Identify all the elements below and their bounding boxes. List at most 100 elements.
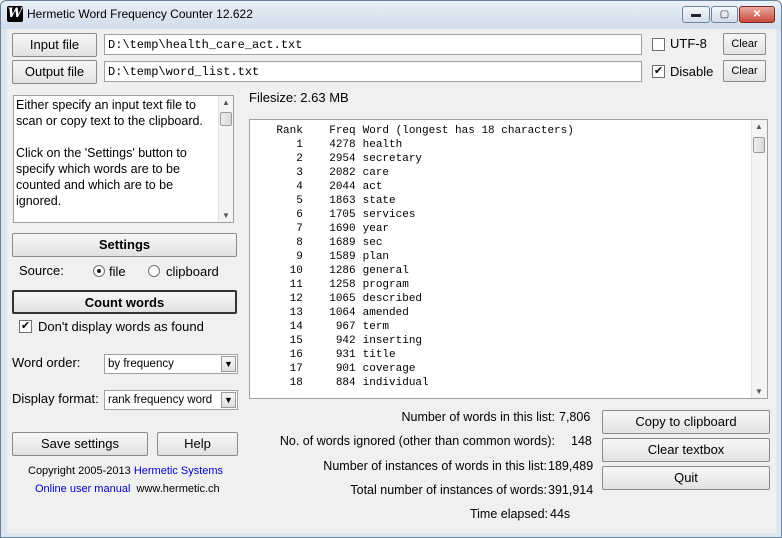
- dont-display-label: Don't display words as found: [38, 319, 204, 334]
- word-cell: individual: [362, 377, 429, 389]
- online-manual-link[interactable]: Online user manual: [35, 483, 130, 495]
- filesize-label: Filesize: 2.63 MB: [249, 90, 349, 105]
- minimize-button[interactable]: ▬: [682, 6, 710, 23]
- table-row: 9 1589 plan: [250, 250, 574, 264]
- word-cell: general: [362, 265, 409, 277]
- rank-cell: 8: [250, 237, 303, 249]
- table-row: 1 4278 health: [250, 138, 574, 152]
- word-cell: care: [362, 167, 390, 179]
- display-format-select[interactable]: rank frequency word ▼: [104, 390, 238, 410]
- disable-output-checkbox[interactable]: ✔: [652, 65, 665, 78]
- word-order-label: Word order:: [12, 355, 81, 370]
- clear-textbox-button[interactable]: Clear textbox: [602, 438, 770, 462]
- checkmark-icon: ✔: [20, 320, 31, 332]
- scroll-down-arrow-icon[interactable]: ▼: [222, 211, 230, 220]
- window-title: Hermetic Word Frequency Counter 12.622: [27, 7, 253, 21]
- source-file-label: file: [109, 264, 126, 279]
- scroll-up-arrow-icon[interactable]: ▲: [755, 122, 763, 131]
- rank-cell: 1: [250, 139, 303, 151]
- rank-cell: 10: [250, 265, 303, 277]
- quit-button[interactable]: Quit: [602, 466, 770, 490]
- freq-cell: 884: [302, 377, 356, 389]
- table-row: 10 1286 general: [250, 264, 574, 278]
- save-settings-button[interactable]: Save settings: [12, 432, 148, 456]
- results-scrollbar[interactable]: ▲ ▼: [751, 120, 767, 398]
- word-cell: coverage: [362, 363, 416, 375]
- freq-cell: 942: [302, 335, 356, 347]
- table-row: 15 942 inserting: [250, 334, 574, 348]
- word-cell: year: [362, 223, 390, 235]
- word-cell: described: [362, 293, 423, 305]
- source-file-radio[interactable]: [93, 265, 105, 277]
- table-row: 2 2954 secretary: [250, 152, 574, 166]
- app-logo-icon[interactable]: W: [7, 6, 23, 22]
- rank-cell: 14: [250, 321, 303, 333]
- freq-cell: 1064: [302, 307, 356, 319]
- company-link[interactable]: Hermetic Systems: [134, 465, 223, 477]
- word-cell: amended: [362, 307, 409, 319]
- table-row: 5 1863 state: [250, 194, 574, 208]
- results-textbox[interactable]: Rank Freq Word (longest has 18 characters…: [249, 119, 768, 399]
- word-cell: secretary: [362, 153, 423, 165]
- freq-cell: 1258: [302, 279, 356, 291]
- words-in-list-value: 7,806: [559, 410, 591, 424]
- freq-cell: 1589: [302, 251, 356, 263]
- clear-input-button[interactable]: Clear: [723, 33, 766, 55]
- freq-cell: 1690: [302, 223, 356, 235]
- output-file-path-field[interactable]: D:\temp\word_list.txt: [104, 61, 642, 82]
- instances-label: Number of instances of words in this lis…: [323, 459, 547, 473]
- rank-cell: 3: [250, 167, 303, 179]
- output-file-button[interactable]: Output file: [12, 60, 97, 84]
- total-instances-value: 391,914: [548, 483, 594, 497]
- time-elapsed-value: 44s: [550, 507, 571, 521]
- word-order-value: by frequency: [108, 358, 174, 370]
- help-button[interactable]: Help: [157, 432, 238, 456]
- scroll-up-arrow-icon[interactable]: ▲: [222, 98, 230, 107]
- close-button[interactable]: ✕: [739, 6, 775, 23]
- freq-cell: 1689: [302, 237, 356, 249]
- rank-cell: 16: [250, 349, 303, 361]
- app-window: W Hermetic Word Frequency Counter 12.622…: [0, 0, 782, 538]
- maximize-button[interactable]: ▢: [711, 6, 738, 23]
- word-cell: plan: [362, 251, 390, 263]
- results-header: Rank Freq Word (longest has 18 characters…: [250, 124, 573, 138]
- word-cell: title: [362, 349, 396, 361]
- freq-cell: 931: [302, 349, 356, 361]
- input-file-path-field[interactable]: D:\temp\health_care_act.txt: [104, 34, 642, 55]
- rank-cell: 13: [250, 307, 303, 319]
- freq-cell: 2954: [302, 153, 356, 165]
- title-bar[interactable]: W Hermetic Word Frequency Counter 12.622…: [1, 1, 781, 29]
- info-scrollbar[interactable]: ▲ ▼: [218, 96, 233, 222]
- dont-display-checkbox[interactable]: ✔: [19, 320, 32, 333]
- word-order-select[interactable]: by frequency ▼: [104, 354, 238, 374]
- table-row: 6 1705 services: [250, 208, 574, 222]
- table-row: 18 884 individual: [250, 376, 574, 390]
- source-clipboard-label: clipboard: [166, 264, 219, 279]
- table-row: 3 2082 care: [250, 166, 574, 180]
- copy-to-clipboard-button[interactable]: Copy to clipboard: [602, 410, 770, 434]
- table-row: 8 1689 sec: [250, 236, 574, 250]
- utf8-label: UTF-8: [670, 36, 707, 51]
- word-cell: health: [362, 139, 403, 151]
- links-row: Online user manual www.hermetic.ch: [35, 483, 220, 495]
- results-scroll-thumb[interactable]: [753, 137, 765, 153]
- freq-cell: 1863: [302, 195, 356, 207]
- scroll-down-arrow-icon[interactable]: ▼: [755, 387, 763, 396]
- clear-output-button[interactable]: Clear: [723, 60, 766, 82]
- freq-cell: 2082: [302, 167, 356, 179]
- word-cell: program: [362, 279, 409, 291]
- count-words-button[interactable]: Count words: [12, 290, 237, 314]
- rank-cell: 12: [250, 293, 303, 305]
- source-clipboard-radio[interactable]: [148, 265, 160, 277]
- chevron-down-icon[interactable]: ▼: [221, 392, 236, 408]
- utf8-checkbox[interactable]: [652, 38, 665, 51]
- info-textbox[interactable]: Either specify an input text file to sca…: [13, 95, 234, 223]
- input-file-button[interactable]: Input file: [12, 33, 97, 57]
- source-label: Source:: [19, 263, 64, 278]
- rank-cell: 4: [250, 181, 303, 193]
- table-row: 17 901 coverage: [250, 362, 574, 376]
- settings-button[interactable]: Settings: [12, 233, 237, 257]
- info-scroll-thumb[interactable]: [220, 112, 232, 126]
- chevron-down-icon[interactable]: ▼: [221, 356, 236, 372]
- rank-cell: 7: [250, 223, 303, 235]
